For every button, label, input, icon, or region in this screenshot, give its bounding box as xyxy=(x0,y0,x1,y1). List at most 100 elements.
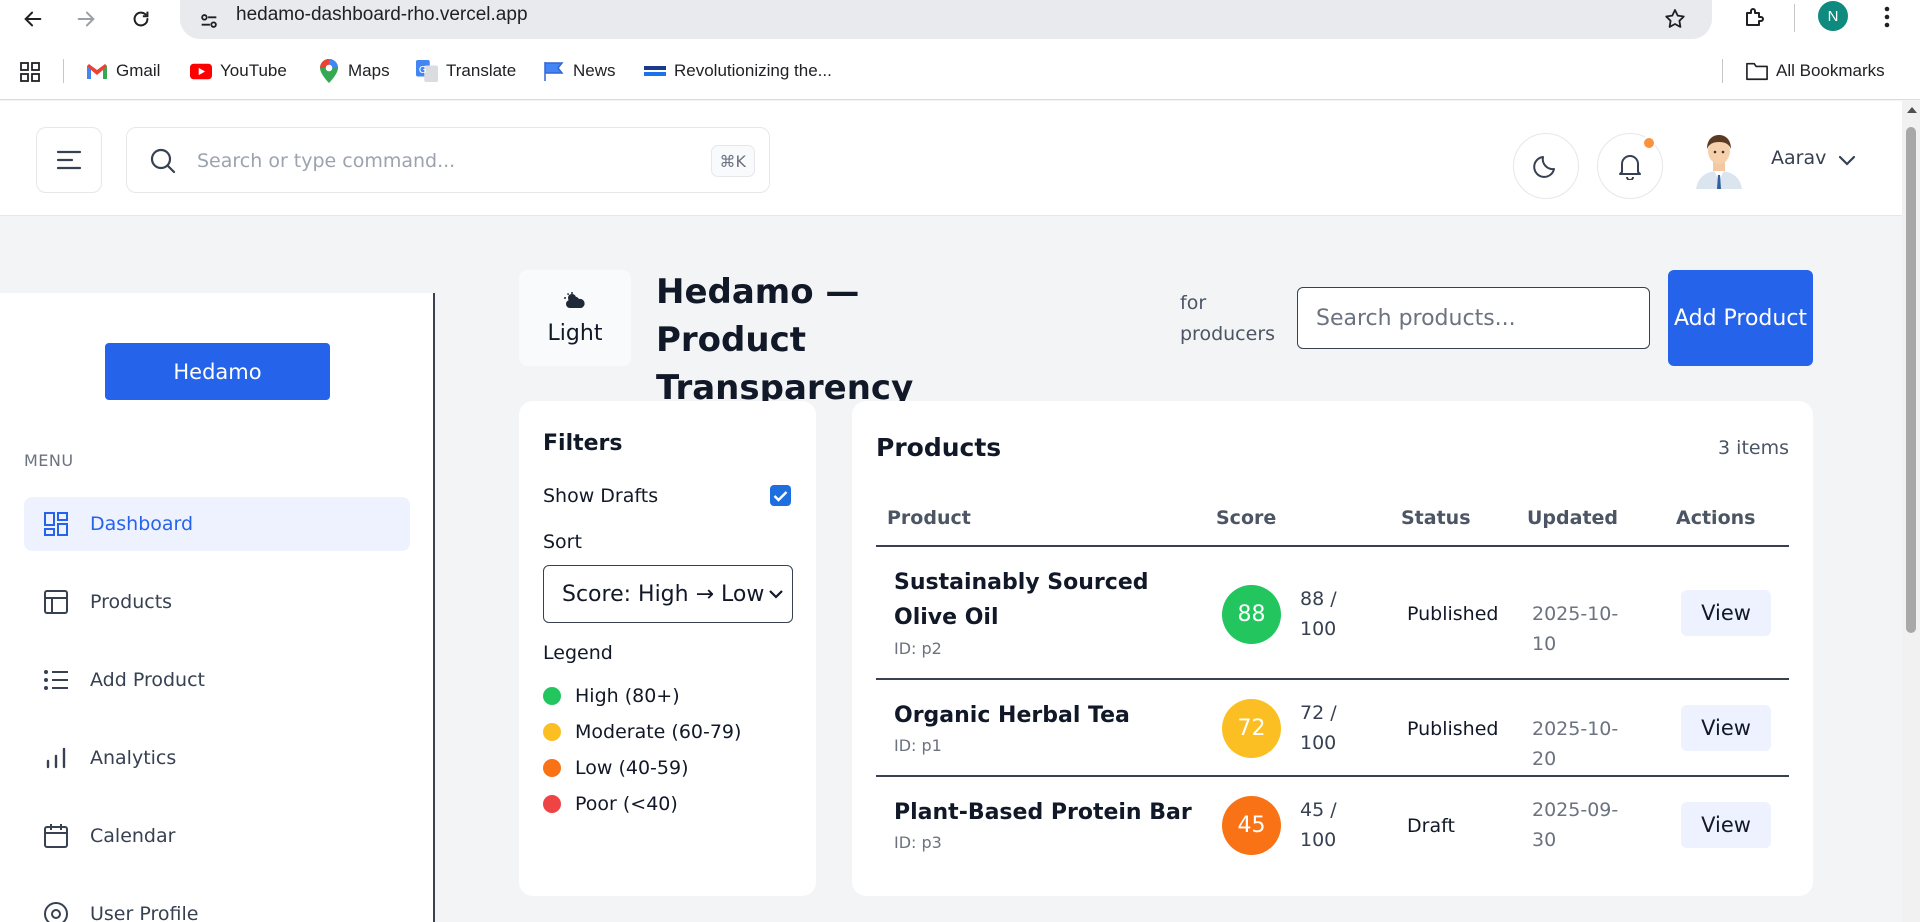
bookmark-news[interactable]: News xyxy=(543,55,616,87)
view-button[interactable]: View xyxy=(1681,590,1771,636)
sidebar-item-add-product[interactable]: Add Product xyxy=(24,653,410,707)
show-drafts-checkbox[interactable] xyxy=(770,485,791,506)
svg-text:G: G xyxy=(419,65,427,76)
sort-label: Sort xyxy=(543,531,582,553)
score-text: 72 / 100 xyxy=(1300,702,1337,754)
products-count: 3 items xyxy=(1718,437,1789,459)
legend-item-moderate: Moderate (60-79) xyxy=(543,721,741,743)
sidebar-item-products[interactable]: Products xyxy=(24,575,410,629)
sort-select[interactable]: Score: High → Low xyxy=(543,565,793,623)
bookmark-label: News xyxy=(573,61,616,80)
scrollbar-thumb[interactable] xyxy=(1906,127,1916,633)
url-text: hedamo-dashboard-rho.vercel.app xyxy=(236,4,528,25)
show-drafts-label: Show Drafts xyxy=(543,485,659,507)
product-name[interactable]: Organic Herbal Tea xyxy=(894,698,1194,733)
bookmarks-divider xyxy=(63,59,64,83)
scroll-up-arrow-icon[interactable] xyxy=(1907,107,1917,113)
sidebar-item-dashboard[interactable]: Dashboard xyxy=(24,497,410,551)
score-badge: 88 xyxy=(1222,585,1281,644)
page-subtitle: for producers xyxy=(1180,292,1276,345)
bookmark-gmail[interactable]: Gmail xyxy=(86,55,160,87)
user-name[interactable]: Aarav xyxy=(1771,147,1826,169)
all-bookmarks[interactable]: All Bookmarks xyxy=(1746,55,1885,87)
sidebar-toggle-button[interactable] xyxy=(36,127,102,193)
score-text: 88 / 100 xyxy=(1300,588,1337,640)
address-bar[interactable]: hedamo-dashboard-rho.vercel.app xyxy=(180,0,1712,39)
legend-text: Low (40-59) xyxy=(575,757,689,779)
legend-label: Legend xyxy=(543,642,613,664)
theme-toggle[interactable]: Light xyxy=(519,270,631,366)
translate-icon: G xyxy=(416,60,438,82)
view-button[interactable]: View xyxy=(1681,705,1771,751)
dashboard-icon xyxy=(42,510,70,538)
extensions-button[interactable] xyxy=(1738,2,1770,34)
product-search-input[interactable] xyxy=(1297,287,1650,349)
legend-text: Moderate (60-79) xyxy=(575,721,742,743)
forward-button[interactable] xyxy=(71,4,101,34)
avatar[interactable] xyxy=(1692,131,1746,189)
column-header-status: Status xyxy=(1401,507,1471,529)
legend-dot xyxy=(543,759,561,777)
analytics-icon xyxy=(42,744,70,772)
column-header-product: Product xyxy=(887,507,971,529)
forward-arrow-icon xyxy=(77,11,95,27)
brand-button[interactable]: Hedamo xyxy=(105,343,330,400)
status-text: Draft xyxy=(1407,815,1455,837)
column-header-score: Score xyxy=(1216,507,1277,529)
bell-icon xyxy=(1619,155,1641,180)
apps-grid-icon[interactable] xyxy=(16,58,44,86)
list-icon xyxy=(42,666,70,694)
youtube-icon xyxy=(190,60,212,82)
moon-icon xyxy=(1533,156,1555,178)
notifications-button[interactable] xyxy=(1597,133,1663,199)
filters-title: Filters xyxy=(543,431,623,456)
page-scrollbar[interactable] xyxy=(1902,101,1920,922)
bookmark-label: YouTube xyxy=(220,61,287,80)
dark-mode-toggle[interactable] xyxy=(1513,133,1579,199)
updated-date: 2025-09-30 xyxy=(1532,799,1619,851)
sidebar-item-label: Products xyxy=(90,591,173,613)
bookmark-youtube[interactable]: YouTube xyxy=(190,55,287,87)
command-search-input[interactable] xyxy=(197,144,677,178)
products-title: Products xyxy=(876,433,1002,462)
sidebar-item-user-profile[interactable]: User Profile xyxy=(24,887,410,922)
sidebar-item-calendar[interactable]: Calendar xyxy=(24,809,410,863)
legend-text: Poor (<40) xyxy=(575,793,678,815)
bookmark-translate[interactable]: G Translate xyxy=(416,55,516,87)
updated-date: 2025-10-10 xyxy=(1532,603,1619,655)
chevron-down-icon xyxy=(766,584,786,604)
add-product-button[interactable]: Add Product xyxy=(1668,270,1813,366)
reload-icon xyxy=(133,11,149,27)
bookmark-star-icon[interactable] xyxy=(1660,4,1690,34)
bookmark-revolutionizing[interactable]: Revolutionizing the... xyxy=(644,55,832,87)
score-badge: 72 xyxy=(1222,699,1281,758)
status-text: Published xyxy=(1407,718,1499,740)
site-icon xyxy=(644,60,666,82)
gmail-icon xyxy=(86,60,108,82)
column-header-updated: Updated xyxy=(1527,507,1619,529)
hamburger-icon xyxy=(56,150,82,170)
sidebar-item-analytics[interactable]: Analytics xyxy=(24,731,410,785)
sidebar-item-label: Dashboard xyxy=(90,513,194,535)
bookmark-maps[interactable]: Maps xyxy=(318,55,390,87)
sidebar-item-label: Calendar xyxy=(90,825,176,847)
checkmark-icon xyxy=(773,490,788,502)
product-name[interactable]: Plant-Based Protein Bar xyxy=(894,795,1194,830)
command-search[interactable]: ⌘K xyxy=(126,127,770,193)
notification-dot xyxy=(1642,136,1656,150)
back-button[interactable] xyxy=(18,4,48,34)
chevron-down-icon[interactable] xyxy=(1836,149,1858,171)
more-options-icon[interactable] xyxy=(1872,2,1902,32)
sidebar-item-label: Add Product xyxy=(90,669,205,691)
view-button[interactable]: View xyxy=(1681,802,1771,848)
profile-avatar[interactable]: N xyxy=(1818,1,1848,31)
search-icon xyxy=(150,148,176,174)
reload-button[interactable] xyxy=(126,4,156,34)
table-header-divider xyxy=(876,545,1789,547)
product-id: ID: p1 xyxy=(894,736,942,755)
calendar-icon xyxy=(42,822,70,850)
sort-select-value: Score: High → Low xyxy=(562,581,765,607)
sidebar-item-label: User Profile xyxy=(90,903,199,922)
product-name[interactable]: Sustainably Sourced Olive Oil xyxy=(894,565,1194,635)
site-info-icon[interactable] xyxy=(194,6,224,36)
